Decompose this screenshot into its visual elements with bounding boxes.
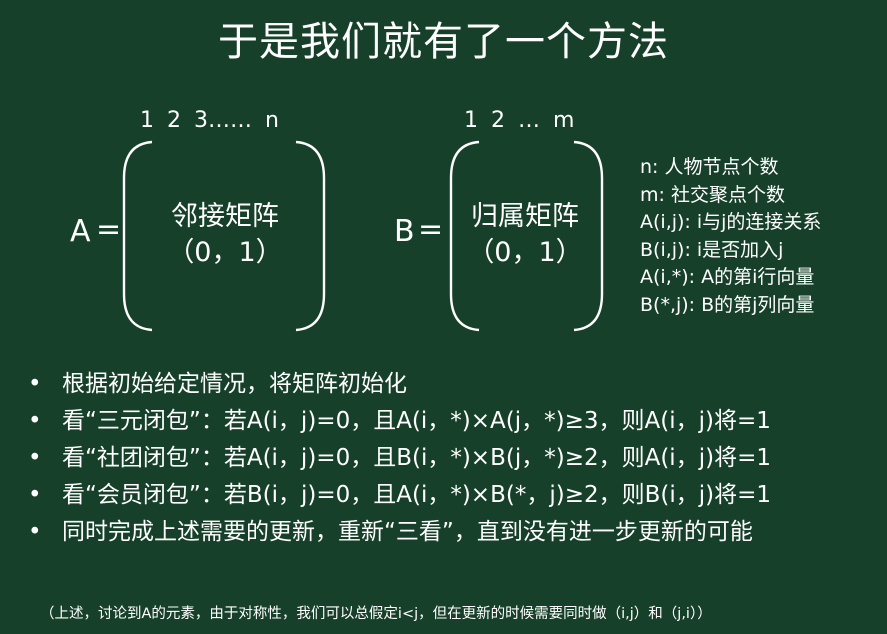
legend-item: n: 人物节点个数 (640, 156, 779, 178)
slide: 于是我们就有了一个方法 1 2 3…… n A = 邻接矩阵 （0，1） 1 2… (0, 0, 887, 634)
notation-legend: n: 人物节点个数 m: 社交聚点个数 A(i,j): i与j的连接关系 B(i… (640, 154, 821, 319)
legend-item: m: 社交聚点个数 (640, 183, 785, 206)
bullet-marker: • (28, 408, 42, 434)
bullet-text: 看“会员闭包”：若B(i，j)=0，且A(i，*)×B(*，j)≥2，则B(i，… (62, 482, 772, 508)
matrix-b-values: （0，1） (467, 237, 583, 268)
matrix-a-label: A (70, 214, 91, 249)
bullet-text: 看“三元闭包”：若A(i，j)=0，且A(i，*)×A(j，*)≥3，则A(i，… (62, 408, 771, 434)
legend-item: A(i,j): i与j的连接关系 (640, 211, 822, 233)
bullet-text: 根据初始给定情况，将矩阵初始化 (62, 371, 407, 397)
slide-title: 于是我们就有了一个方法 (218, 19, 669, 65)
bullet-text: 看“社团闭包”：若A(i，j)=0，且B(i，*)×B(j，*)≥2，则A(i，… (62, 445, 771, 471)
matrix-a-column-indices: 1 2 3…… n (140, 108, 279, 133)
legend-item: A(i,*): A的第i行向量 (640, 266, 815, 288)
matrix-b-equals: = (418, 212, 444, 247)
bullet-marker: • (28, 445, 42, 471)
matrix-a-name: 邻接矩阵 (171, 201, 279, 232)
legend-item: B(i,j): i是否加入j (640, 238, 784, 261)
bullet-marker: • (28, 519, 42, 545)
footnote: （上述，讨论到A的元素，由于对称性，我们可以总假定i<j，但在更新的时候需要同时… (40, 606, 712, 622)
bullet-text: 同时完成上述需要的更新，重新“三看”，直到没有进一步更新的可能 (62, 519, 753, 545)
bullet-marker: • (28, 482, 42, 508)
legend-item: B(*,j): B的第j列向量 (640, 293, 815, 316)
matrix-b-column-indices: 1 2 … m (464, 108, 575, 133)
matrix-a-values: （0，1） (167, 237, 283, 268)
matrix-b-label: B (394, 214, 415, 249)
bullet-marker: • (28, 371, 42, 397)
matrix-b-name: 归属矩阵 (471, 201, 579, 232)
